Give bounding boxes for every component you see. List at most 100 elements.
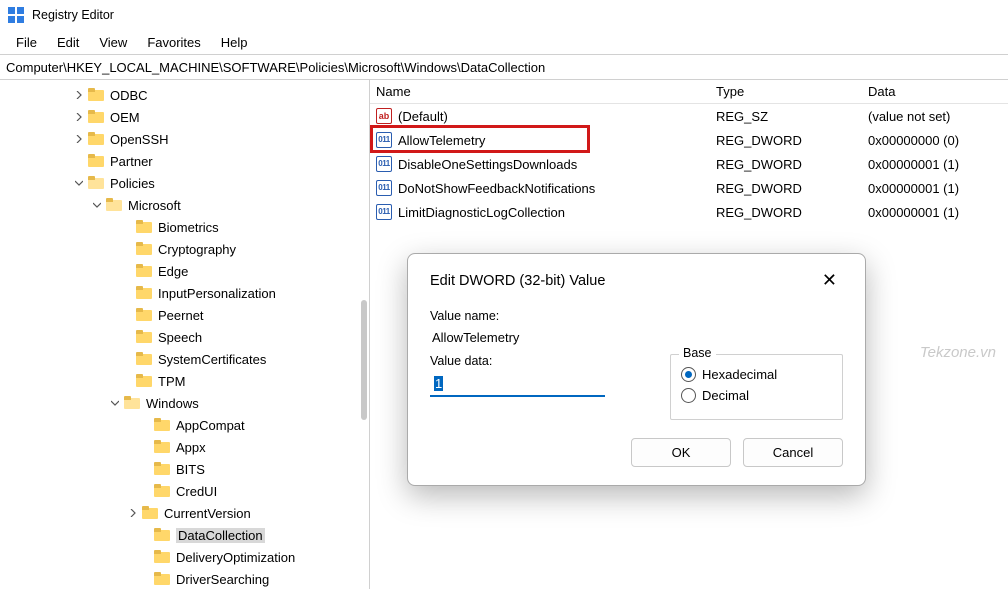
list-row[interactable]: 011DisableOneSettingsDownloadsREG_DWORD0… bbox=[370, 152, 1008, 176]
watermark: Tekzone.vn bbox=[920, 344, 996, 361]
value-name-field[interactable]: AllowTelemetry bbox=[430, 327, 840, 348]
tree-node[interactable]: OEM bbox=[0, 106, 365, 128]
expander-icon[interactable] bbox=[72, 91, 86, 99]
tree-scrollbar[interactable] bbox=[355, 80, 369, 589]
tree-node-label: Edge bbox=[158, 264, 188, 279]
folder-icon bbox=[136, 308, 152, 322]
tree-node[interactable]: OpenSSH bbox=[0, 128, 365, 150]
expander-icon[interactable] bbox=[72, 179, 86, 187]
folder-icon bbox=[154, 440, 170, 454]
list-row[interactable]: ab(Default)REG_SZ(value not set) bbox=[370, 104, 1008, 128]
tree-node-label: Policies bbox=[110, 176, 155, 191]
header-type[interactable]: Type bbox=[716, 84, 868, 99]
tree-node-label: Speech bbox=[158, 330, 202, 345]
tree-node[interactable]: Edge bbox=[0, 260, 365, 282]
folder-icon bbox=[136, 352, 152, 366]
folder-icon bbox=[88, 110, 104, 124]
tree-node[interactable]: Cryptography bbox=[0, 238, 365, 260]
tree-node[interactable]: BITS bbox=[0, 458, 365, 480]
list-row[interactable]: 011AllowTelemetryREG_DWORD0x00000000 (0) bbox=[370, 128, 1008, 152]
tree-node[interactable]: Biometrics bbox=[0, 216, 365, 238]
value-list[interactable]: ab(Default)REG_SZ(value not set)011Allow… bbox=[370, 104, 1008, 224]
cancel-button[interactable]: Cancel bbox=[743, 438, 843, 467]
folder-icon bbox=[154, 418, 170, 432]
folder-icon bbox=[136, 374, 152, 388]
folder-icon bbox=[136, 220, 152, 234]
tree-node[interactable]: AppCompat bbox=[0, 414, 365, 436]
tree-node[interactable]: Windows bbox=[0, 392, 365, 414]
expander-icon[interactable] bbox=[126, 509, 140, 517]
tree-node[interactable]: Appx bbox=[0, 436, 365, 458]
folder-icon bbox=[136, 286, 152, 300]
dword-value-icon: 011 bbox=[376, 156, 392, 172]
tree-node[interactable]: CurrentVersion bbox=[0, 502, 365, 524]
tree-node-label: InputPersonalization bbox=[158, 286, 276, 301]
tree-node-label: AppCompat bbox=[176, 418, 245, 433]
menu-favorites[interactable]: Favorites bbox=[137, 32, 210, 53]
tree-node[interactable]: CredUI bbox=[0, 480, 365, 502]
menu-file[interactable]: File bbox=[6, 32, 47, 53]
value-name: DoNotShowFeedbackNotifications bbox=[398, 181, 595, 196]
tree-node[interactable]: Speech bbox=[0, 326, 365, 348]
tree-node[interactable]: InputPersonalization bbox=[0, 282, 365, 304]
expander-icon[interactable] bbox=[72, 113, 86, 121]
expander-icon[interactable] bbox=[90, 201, 104, 209]
base-fieldset: Base Hexadecimal Decimal bbox=[670, 354, 843, 420]
menu-help[interactable]: Help bbox=[211, 32, 258, 53]
expander-icon[interactable] bbox=[72, 135, 86, 143]
tree-pane: ODBC OEM OpenSSH Partner Policies Microsoft Bi… bbox=[0, 80, 370, 589]
tree-node[interactable]: Peernet bbox=[0, 304, 365, 326]
menu-view[interactable]: View bbox=[89, 32, 137, 53]
radio-dec[interactable] bbox=[681, 388, 696, 403]
tree-node-label: BITS bbox=[176, 462, 205, 477]
tree-node-label: OpenSSH bbox=[110, 132, 169, 147]
value-data: 0x00000000 (0) bbox=[868, 133, 1008, 148]
tree-node-label: Peernet bbox=[158, 308, 204, 323]
list-row[interactable]: 011LimitDiagnosticLogCollectionREG_DWORD… bbox=[370, 200, 1008, 224]
dword-value-icon: 011 bbox=[376, 132, 392, 148]
radio-hex-row[interactable]: Hexadecimal bbox=[681, 367, 832, 382]
registry-tree[interactable]: ODBC OEM OpenSSH Partner Policies Microsoft Bi… bbox=[0, 84, 369, 589]
ok-button[interactable]: OK bbox=[631, 438, 731, 467]
tree-node[interactable]: SystemCertificates bbox=[0, 348, 365, 370]
folder-icon bbox=[136, 242, 152, 256]
value-data-field[interactable]: 1 bbox=[430, 372, 605, 397]
folder-icon bbox=[154, 572, 170, 586]
menu-edit[interactable]: Edit bbox=[47, 32, 89, 53]
dword-value-icon: 011 bbox=[376, 180, 392, 196]
value-type: REG_DWORD bbox=[716, 205, 868, 220]
radio-dec-row[interactable]: Decimal bbox=[681, 388, 832, 403]
folder-icon bbox=[88, 88, 104, 102]
expander-icon[interactable] bbox=[108, 399, 122, 407]
folder-icon bbox=[154, 550, 170, 564]
radio-hex[interactable] bbox=[681, 367, 696, 382]
tree-node[interactable]: Partner bbox=[0, 150, 365, 172]
value-type: REG_DWORD bbox=[716, 157, 868, 172]
tree-node[interactable]: DataCollection bbox=[0, 524, 365, 546]
edit-dword-dialog: Edit DWORD (32-bit) Value ✕ Value name: … bbox=[407, 253, 866, 486]
value-data: 0x00000001 (1) bbox=[868, 205, 1008, 220]
tree-node[interactable]: Policies bbox=[0, 172, 365, 194]
tree-node[interactable]: DeliveryOptimization bbox=[0, 546, 365, 568]
tree-node-label: Biometrics bbox=[158, 220, 219, 235]
tree-node-label: DataCollection bbox=[176, 528, 265, 543]
folder-icon bbox=[88, 176, 104, 190]
tree-node-label: DriverSearching bbox=[176, 572, 269, 587]
tree-node-label: ODBC bbox=[110, 88, 148, 103]
tree-node[interactable]: Microsoft bbox=[0, 194, 365, 216]
folder-icon bbox=[154, 462, 170, 476]
list-row[interactable]: 011DoNotShowFeedbackNotificationsREG_DWO… bbox=[370, 176, 1008, 200]
folder-icon bbox=[106, 198, 122, 212]
header-data[interactable]: Data bbox=[868, 84, 1008, 99]
address-bar[interactable]: Computer\HKEY_LOCAL_MACHINE\SOFTWARE\Pol… bbox=[0, 54, 1008, 80]
radio-hex-label: Hexadecimal bbox=[702, 367, 777, 382]
scrollbar-thumb[interactable] bbox=[361, 300, 367, 420]
value-data: 0x00000001 (1) bbox=[868, 157, 1008, 172]
close-icon[interactable]: ✕ bbox=[816, 268, 843, 293]
header-name[interactable]: Name bbox=[376, 84, 716, 99]
tree-node[interactable]: TPM bbox=[0, 370, 365, 392]
tree-node-label: CurrentVersion bbox=[164, 506, 251, 521]
tree-node[interactable]: ODBC bbox=[0, 84, 365, 106]
tree-node[interactable]: DriverSearching bbox=[0, 568, 365, 589]
tree-node-label: OEM bbox=[110, 110, 140, 125]
